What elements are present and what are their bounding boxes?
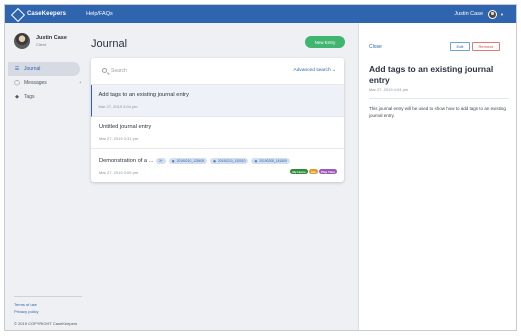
- journal-list-card: Advanced search ⌄ Add tags to an existin…: [91, 58, 344, 182]
- entry-date: Mar 27, 2019 3:09 pm: [99, 170, 139, 175]
- user-avatar-icon: [488, 9, 498, 19]
- entry-detail-panel: Close Edit Remove Add tags to an existin…: [358, 23, 516, 330]
- new-entry-button[interactable]: New Entry: [305, 36, 345, 48]
- app-logo[interactable]: CaseKeepers: [11, 8, 66, 21]
- privacy-link[interactable]: Privacy policy: [14, 309, 82, 314]
- attachment-name: 20190210_130010: [217, 159, 246, 163]
- tag-badge[interactable]: My Home: [290, 169, 308, 174]
- detail-title: Add tags to an existing journal entry: [369, 64, 494, 85]
- entry-tags: My Home Ida Play Time: [290, 169, 337, 174]
- sidebar-menu: ☰ Journal ◯ Messages › ◆ Tags: [5, 62, 85, 104]
- entry-date: Mar 27, 2019 3:31 pm: [99, 136, 139, 141]
- search-icon: [102, 68, 107, 73]
- sidebar-item-messages[interactable]: ◯ Messages ›: [5, 76, 85, 90]
- chevron-down-icon: ⌄: [331, 68, 336, 73]
- remove-button[interactable]: Remove: [472, 42, 500, 51]
- attachment-chip[interactable]: ▣ 20190210_130010: [210, 158, 249, 164]
- tag-badge[interactable]: Ida: [309, 169, 318, 174]
- divider: [14, 296, 82, 297]
- sidebar-item-label: Messages: [24, 80, 47, 86]
- divider: [369, 98, 509, 99]
- search-input[interactable]: [111, 66, 261, 76]
- chevron-down-icon: ▼: [500, 11, 504, 17]
- tag-icon: ◆: [15, 94, 19, 100]
- attachment-name: 20190208_181809: [259, 159, 287, 163]
- app-name: CaseKeepers: [27, 11, 67, 17]
- avatar: [14, 33, 30, 49]
- attachment-name: 20190210_125409: [176, 159, 205, 163]
- sidebar-item-label: Tags: [24, 94, 35, 100]
- user-menu-name: Justin Case: [454, 11, 484, 17]
- detail-date: Mar 27, 2019 4:04 pm: [369, 87, 409, 92]
- attachment-chip[interactable]: ▣ 20190208_181809: [251, 158, 290, 164]
- copyright-text: © 2019 COPYRIGHT CaseKeepers: [14, 321, 78, 326]
- image-file-icon: ▣: [254, 159, 258, 163]
- sidebar: Justin Case Client ☰ Journal ◯ Messages …: [5, 23, 85, 330]
- image-file-icon: ▣: [213, 159, 216, 163]
- terms-link[interactable]: Terms of use: [14, 302, 82, 307]
- advanced-search-toggle[interactable]: Advanced search ⌄: [294, 68, 336, 73]
- entry-title: Untitled journal entry: [99, 124, 152, 130]
- image-file-icon: ▣: [171, 159, 175, 163]
- profile-role: Client: [36, 42, 47, 47]
- app-window: CaseKeepers Help/FAQs Justin Case ▼ Just…: [4, 4, 517, 331]
- entry-title: Demonstration of a ...: [99, 158, 154, 164]
- sidebar-item-label: Journal: [24, 66, 41, 72]
- logo-icon: [11, 8, 24, 21]
- sidebar-item-journal[interactable]: ☰ Journal: [8, 62, 80, 76]
- top-bar: CaseKeepers Help/FAQs Justin Case ▼: [5, 5, 516, 23]
- chevron-right-icon: ›: [79, 80, 81, 86]
- entry-date: Mar 27, 2019 4:04 pm: [98, 104, 138, 109]
- chat-bubble-icon: ◯: [14, 80, 20, 86]
- sidebar-footer: Terms of use Privacy policy © 2019 COPYR…: [14, 296, 82, 326]
- journal-entry-row[interactable]: Add tags to an existing journal entry Ma…: [91, 85, 344, 117]
- journal-entry-row[interactable]: Demonstration of a ... 3+ ▣ 20190210_1254…: [91, 149, 344, 182]
- detail-body: This journal entry will be used to show …: [369, 106, 506, 118]
- journal-entry-row[interactable]: Untitled journal entry Mar 27, 2019 3:31…: [91, 117, 344, 149]
- sidebar-item-tags[interactable]: ◆ Tags: [5, 90, 85, 104]
- help-faqs-link[interactable]: Help/FAQs: [86, 11, 113, 17]
- page-title: Journal: [91, 38, 128, 50]
- profile-card: Justin Case Client: [14, 33, 85, 49]
- profile-name: Justin Case: [36, 35, 67, 41]
- close-link[interactable]: Close: [369, 44, 382, 50]
- attachment-chip[interactable]: ▣ 20190210_125409: [168, 158, 208, 164]
- search-bar: Advanced search ⌄: [91, 58, 344, 85]
- tag-badge[interactable]: Play Time: [319, 169, 337, 174]
- entry-title: Add tags to an existing journal entry: [98, 92, 189, 98]
- advanced-search-label: Advanced search: [293, 68, 331, 73]
- user-menu[interactable]: Justin Case ▼: [454, 5, 504, 23]
- edit-button[interactable]: Edit: [450, 42, 470, 51]
- attachment-count-badge[interactable]: 3+: [156, 158, 166, 164]
- attachment-chips: 3+ ▣ 20190210_125409 ▣ 20190210_130010 ▣ 20…: [156, 158, 290, 164]
- journal-icon: ☰: [14, 66, 20, 72]
